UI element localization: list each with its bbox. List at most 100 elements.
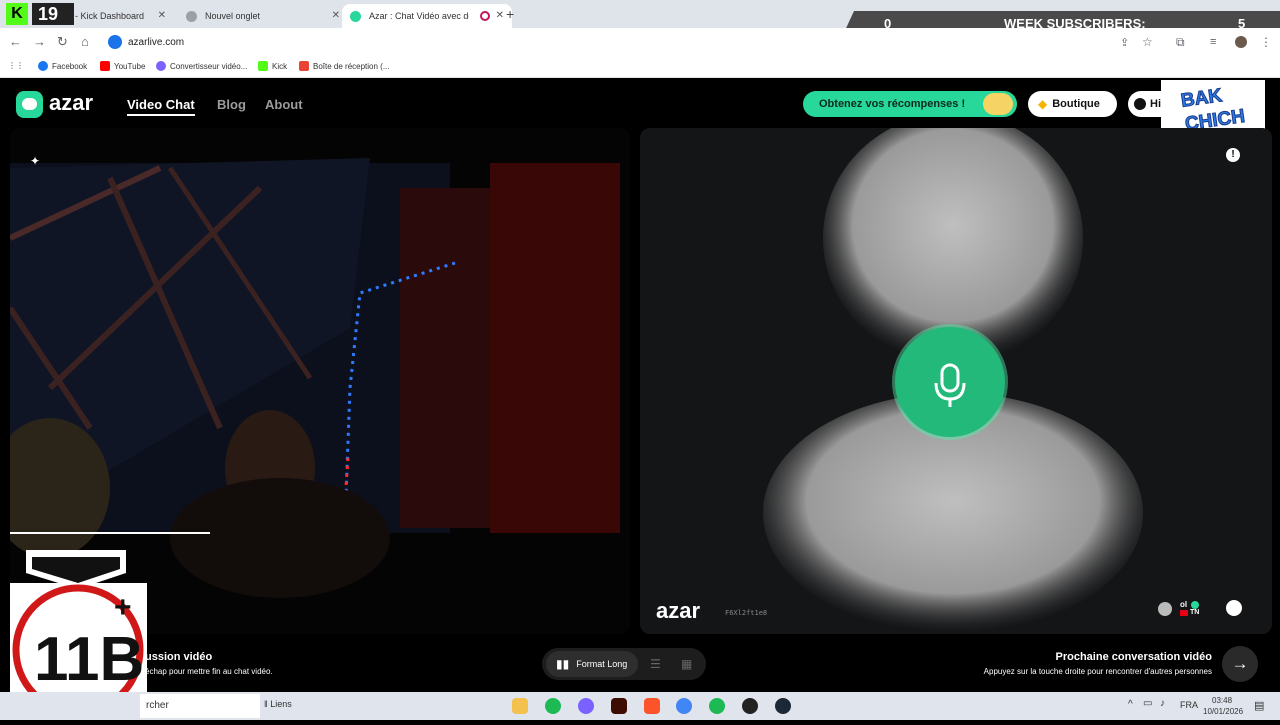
mic-button[interactable] bbox=[895, 327, 1005, 437]
illustrator-icon[interactable] bbox=[611, 698, 627, 714]
forward-icon[interactable]: → bbox=[33, 34, 46, 49]
columns-icon: ▮▮ bbox=[556, 657, 570, 671]
bookmark-facebook[interactable]: Facebook bbox=[38, 61, 87, 71]
app-icon[interactable] bbox=[742, 698, 758, 714]
flag-icon bbox=[1180, 610, 1188, 616]
links-label: Liens bbox=[270, 699, 292, 709]
bookmarks-bar: ⋮⋮ Facebook YouTube Convertisseur vidéo.… bbox=[0, 56, 1280, 78]
chat-icon[interactable] bbox=[1226, 600, 1242, 616]
kick-counter: K 19 bbox=[4, 3, 74, 25]
rewards-button[interactable]: Obtenez vos récompenses ! bbox=[803, 91, 1017, 117]
nav-blog[interactable]: Blog bbox=[217, 97, 246, 112]
avatar[interactable] bbox=[1235, 36, 1247, 48]
effects-icon[interactable]: ✦ bbox=[30, 154, 40, 168]
clock-icon bbox=[1134, 98, 1146, 110]
recording-icon bbox=[480, 11, 490, 21]
reload-icon[interactable]: ↻ bbox=[57, 34, 68, 50]
steam-icon[interactable] bbox=[775, 698, 791, 714]
chrome-icon[interactable] bbox=[676, 698, 692, 714]
next-chat-button[interactable]: → bbox=[1222, 646, 1258, 682]
report-icon[interactable]: ! bbox=[1226, 148, 1240, 162]
spotify-icon[interactable] bbox=[545, 698, 561, 714]
notifications-icon[interactable]: ▤ bbox=[1254, 699, 1264, 712]
bookmark-kick[interactable]: Kick bbox=[258, 61, 287, 71]
spotify-icon[interactable] bbox=[709, 698, 725, 714]
kick-count: 19 bbox=[32, 3, 74, 25]
back-icon[interactable]: ← bbox=[9, 34, 22, 49]
next-chat-hint: Appuyez sur la touche droite pour rencon… bbox=[983, 667, 1212, 676]
brave-icon[interactable] bbox=[644, 698, 660, 714]
nav-video-chat[interactable]: Video Chat bbox=[127, 97, 195, 116]
kick-logo-icon: K bbox=[6, 3, 28, 25]
youtube-icon bbox=[100, 61, 110, 71]
media-icon[interactable]: ≡ bbox=[1210, 36, 1216, 48]
bookmark-label: Kick bbox=[272, 61, 288, 71]
avatar bbox=[1158, 602, 1172, 616]
format-long-button[interactable]: ▮▮ Format Long bbox=[546, 651, 638, 677]
svg-text:+: + bbox=[114, 591, 132, 624]
converter-icon bbox=[156, 61, 166, 71]
star-icon[interactable]: ☆ bbox=[1142, 35, 1153, 49]
app-icon[interactable] bbox=[578, 698, 594, 714]
url-text: azarlive.com bbox=[128, 36, 185, 48]
rewards-label: Obtenez vos récompenses ! bbox=[819, 98, 966, 110]
share-icon[interactable]: ⇪ bbox=[1120, 36, 1129, 49]
taskbar: rcher ‖ Liens ^ ▭ ♪ FRA 03:48 10/01/2026… bbox=[0, 692, 1280, 720]
gem-icon: ◆ bbox=[1038, 97, 1048, 111]
bookmark-gmail[interactable]: Boîte de réception (... bbox=[299, 61, 390, 71]
history-label: Hi bbox=[1150, 98, 1161, 110]
bookmark-converter[interactable]: Convertisseur vidéo... bbox=[156, 61, 247, 71]
tab-new-tab[interactable]: Nouvel onglet ✕ bbox=[178, 4, 348, 28]
watermark-code: F6Xl2ft1e8 bbox=[725, 609, 768, 617]
site-info-icon[interactable] bbox=[108, 35, 122, 49]
volume-icon[interactable]: ♪ bbox=[1160, 698, 1165, 709]
home-icon[interactable]: ⌂ bbox=[81, 34, 89, 49]
grid-layout-icon[interactable]: ▦ bbox=[681, 657, 692, 671]
links-toolbar[interactable]: ‖ Liens bbox=[264, 699, 292, 709]
azar-logo-icon[interactable] bbox=[16, 91, 43, 118]
bookmark-label: Convertisseur vidéo... bbox=[170, 61, 248, 71]
arrow-right-icon: → bbox=[1231, 654, 1249, 673]
bookmark-label: YouTube bbox=[114, 61, 146, 71]
nav-about[interactable]: About bbox=[265, 97, 303, 112]
menu-icon[interactable]: ⋮ bbox=[1260, 35, 1272, 49]
verified-icon bbox=[1191, 601, 1199, 609]
partner-info[interactable]: ol TN bbox=[1158, 600, 1218, 620]
apps-icon[interactable]: ⋮⋮ bbox=[8, 61, 24, 70]
close-icon[interactable]: ✕ bbox=[332, 10, 340, 21]
extensions-icon[interactable]: ⧉ bbox=[1176, 35, 1185, 50]
tab-label: - Kick Dashboard bbox=[75, 11, 145, 21]
bookmark-label: Facebook bbox=[52, 61, 88, 71]
gmail-icon bbox=[299, 61, 309, 71]
stacked-layout-icon[interactable]: ☰ bbox=[650, 657, 661, 671]
chevron-up-icon[interactable]: ^ bbox=[1128, 699, 1133, 710]
bookmark-label: Boîte de réception (... bbox=[313, 61, 390, 71]
microphone-icon bbox=[934, 363, 966, 407]
taskbar-search[interactable]: rcher bbox=[140, 694, 260, 718]
facebook-icon bbox=[38, 61, 48, 71]
bookmark-youtube[interactable]: YouTube bbox=[100, 61, 145, 71]
close-icon[interactable]: ✕ bbox=[496, 10, 504, 21]
gift-icon bbox=[983, 93, 1013, 115]
format-label: Format Long bbox=[576, 659, 628, 669]
new-tab-button[interactable]: + bbox=[506, 6, 514, 22]
close-icon[interactable]: ✕ bbox=[158, 10, 166, 21]
globe-icon bbox=[186, 10, 197, 22]
search-text: rcher bbox=[146, 700, 169, 711]
shop-label: Boutique bbox=[1052, 98, 1100, 110]
end-chat-title: ussion vidéo bbox=[145, 651, 213, 663]
tab-label: Nouvel onglet bbox=[205, 11, 261, 21]
network-icon[interactable]: ▭ bbox=[1143, 698, 1152, 709]
next-chat-title: Prochaine conversation vidéo bbox=[1055, 651, 1213, 663]
address-bar[interactable]: azarlive.com bbox=[104, 32, 1104, 52]
file-explorer-icon[interactable] bbox=[512, 698, 528, 714]
clock-date[interactable]: 10/01/2026 bbox=[1203, 707, 1243, 716]
azar-icon bbox=[350, 10, 361, 22]
clock-time[interactable]: 03:48 bbox=[1212, 696, 1232, 705]
logo-text: 11B bbox=[34, 625, 144, 694]
language-indicator[interactable]: FRA bbox=[1180, 700, 1198, 710]
azar-logo-text[interactable]: azar bbox=[49, 90, 93, 116]
shop-button[interactable]: ◆ Boutique bbox=[1028, 91, 1117, 117]
tab-azar[interactable]: Azar : Chat Vidéo avec de n ✕ bbox=[342, 4, 512, 28]
kick-icon bbox=[258, 61, 268, 71]
